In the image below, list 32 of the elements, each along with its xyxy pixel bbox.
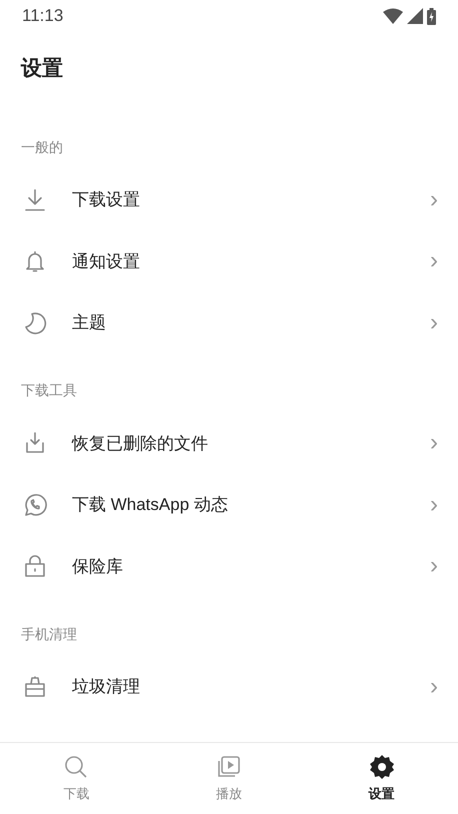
search-icon [63, 754, 90, 780]
wifi-icon [383, 8, 403, 24]
chevron-icon: › [430, 188, 438, 212]
status-time: 11:13 [22, 5, 64, 28]
section-heading: 一般的 [21, 138, 63, 156]
menu-item[interactable]: 下载设置 [72, 187, 430, 212]
battery-icon [427, 8, 436, 24]
chevron-icon: › [430, 492, 438, 517]
chevron-icon: › [430, 249, 438, 274]
basket-icon [22, 674, 48, 700]
menu-item[interactable]: 保险库 [72, 554, 430, 579]
chevron-icon: › [430, 310, 438, 335]
menu-item[interactable]: 通知设置 [72, 248, 430, 274]
menu-item[interactable]: 主题 [72, 310, 430, 336]
lock-icon [22, 553, 48, 580]
section-heading: 手机清理 [21, 624, 77, 644]
nav-tab[interactable]: 设置 [305, 743, 458, 814]
chat-phone-icon [22, 492, 48, 518]
nav-tab[interactable]: 播放 [152, 743, 306, 814]
section-heading: 下载工具 [21, 381, 77, 400]
play-icon [216, 754, 242, 780]
menu-item[interactable]: 恢复已删除的文件 [72, 430, 430, 456]
page-title: 设置 [20, 56, 64, 82]
menu-item[interactable]: 下载 WhatsApp 动态 [72, 492, 430, 518]
chevron-icon: › [430, 674, 438, 699]
signal-icon [407, 8, 423, 24]
menu-item[interactable]: 垃圾清理 [72, 674, 430, 700]
chevron-icon: › [430, 554, 438, 578]
settings-icon [368, 754, 395, 780]
moon-icon [22, 310, 48, 336]
chevron-icon: › [430, 431, 438, 456]
nav-tab[interactable]: 下载 [0, 743, 153, 814]
